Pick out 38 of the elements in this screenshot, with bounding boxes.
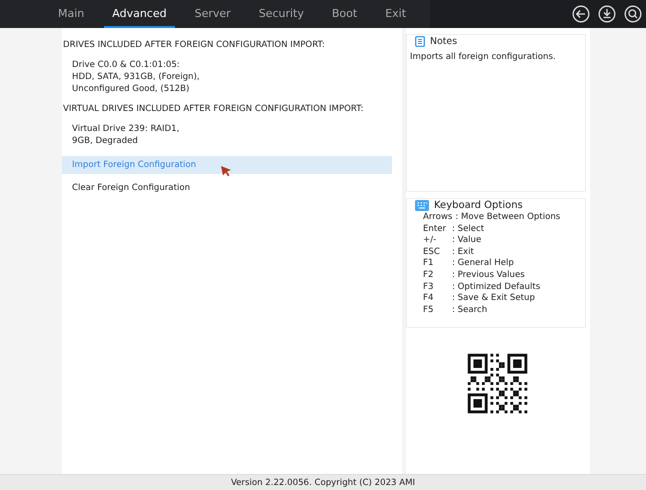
search-icon[interactable] <box>624 5 642 23</box>
download-icon[interactable] <box>598 5 616 23</box>
key-name: +/- <box>423 235 438 247</box>
notes-icon <box>415 36 425 46</box>
key-name: F4 <box>423 293 434 305</box>
back-icon[interactable] <box>572 5 590 23</box>
key-name: Arrows <box>423 212 454 224</box>
key-action: : Move Between Options <box>455 212 560 224</box>
menu-tab[interactable]: Boot <box>324 0 366 28</box>
menu-option[interactable]: Clear Foreign Configuration <box>62 179 392 197</box>
panel-title: Keyboard Options <box>434 200 523 210</box>
key-action: : Search <box>452 304 488 316</box>
key-action: : Select <box>452 224 484 236</box>
notes-text: Imports all foreign configurations. <box>409 51 557 64</box>
panel-title: Notes <box>430 36 458 46</box>
key-action: : General Help <box>452 258 514 270</box>
version-text: Version 2.22.0056. Copyright (C) 2023 AMI <box>230 478 416 488</box>
key-action: : Previous Values <box>452 270 525 282</box>
key-action: : Optimized Defaults <box>452 282 540 294</box>
key-name: F3 <box>423 282 434 294</box>
section-header: VIRTUAL DRIVES INCLUDED AFTER FOREIGN CONFIGURATION IMPORT: <box>62 104 364 114</box>
key-action: : Exit <box>452 246 474 258</box>
menu-tab[interactable]: Security <box>250 0 312 28</box>
keyboard-icon <box>415 200 429 210</box>
section-header: DRIVES INCLUDED AFTER FOREIGN CONFIGURATION IMPORT: <box>62 40 326 50</box>
menu-tab[interactable]: Exit <box>377 0 414 28</box>
key-name: F5 <box>423 304 434 316</box>
drive-info: Virtual Drive 239: RAID1, 9GB, Degraded <box>71 123 180 147</box>
key-name: F2 <box>423 270 434 282</box>
key-name: ESC <box>423 246 441 258</box>
key-name: F1 <box>423 258 434 270</box>
key-action: : Value <box>452 235 482 247</box>
drive-info: Drive C0.0 & C0.1:01:05: HDD, SATA, 931GB, (Foreign), Unconfigured Good, (512B) <box>71 59 201 95</box>
menu-tab[interactable]: Main <box>50 0 92 28</box>
mouse-cursor-icon <box>220 165 232 177</box>
menu-tab[interactable]: Server <box>186 0 239 28</box>
key-action: : Save & Exit Setup <box>452 293 535 305</box>
key-name: Enter <box>423 224 448 236</box>
